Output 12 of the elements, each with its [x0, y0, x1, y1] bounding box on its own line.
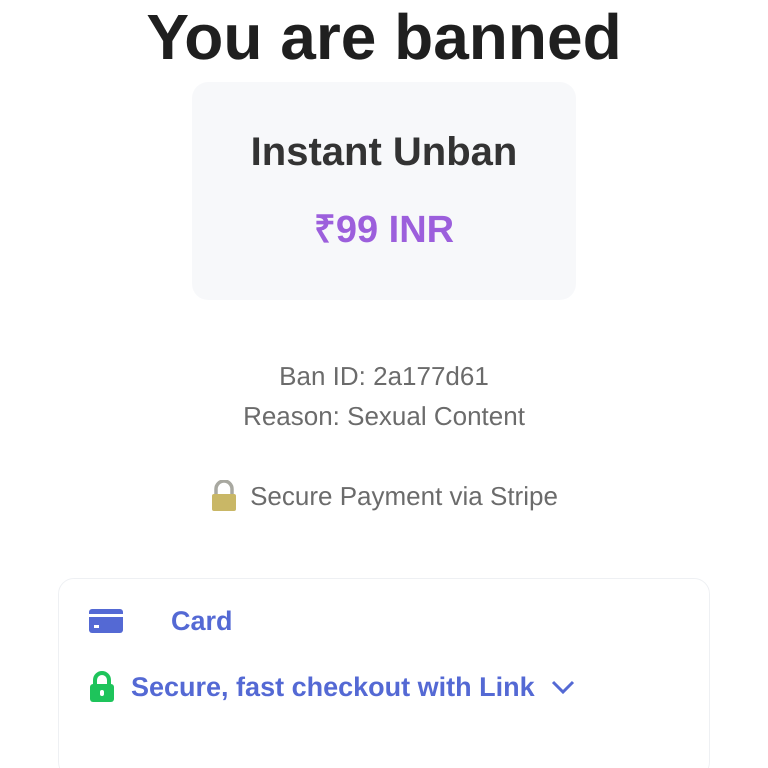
lock-icon: [89, 671, 115, 703]
padlock-icon: [210, 480, 238, 512]
link-checkout-toggle[interactable]: Secure, fast checkout with Link: [89, 671, 575, 703]
offer-price: ₹99 INR: [314, 208, 454, 252]
page-title: You are banned: [146, 0, 622, 74]
credit-card-icon: [89, 609, 123, 633]
ban-detail: Reason: Sexual Content: [243, 400, 525, 432]
secure-payment-note: Secure Payment via Stripe: [250, 480, 558, 512]
ban-detail: Ban ID: 2a177d61: [279, 360, 489, 392]
offer-name: Instant Unban: [250, 130, 518, 174]
card-tab[interactable]: Card: [89, 605, 233, 637]
chevron-down-icon: [550, 680, 575, 694]
